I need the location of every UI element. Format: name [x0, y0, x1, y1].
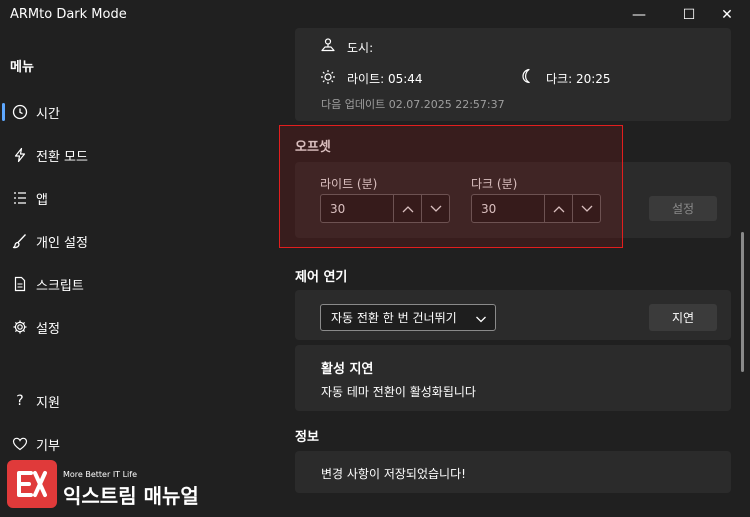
sidebar-item-label: 앱	[36, 192, 48, 208]
gear-icon	[9, 319, 31, 335]
next-update: 다음 업데이트 02.07.2025 22:57:37	[321, 98, 505, 111]
offset-highlight-box	[279, 125, 623, 248]
question-icon: ?	[16, 393, 24, 409]
sun-icon	[320, 69, 336, 89]
watermark-brand: 익스트림 매뉴얼	[63, 484, 199, 508]
delay-dropdown[interactable]: 자동 전환 한 번 건너뛰기	[320, 304, 496, 331]
sunset-time: 다크: 20:25	[546, 72, 611, 86]
sidebar-item-switch-mode[interactable]: 전환 모드	[0, 135, 270, 175]
delay-button[interactable]: 지연	[649, 304, 717, 331]
scrollbar-thumb[interactable]	[741, 232, 744, 372]
sidebar-item-label: 스크립트	[36, 278, 84, 294]
active-delay-card	[295, 345, 731, 411]
sidebar-item-label: 개인 설정	[36, 235, 88, 251]
watermark-logo	[7, 460, 57, 508]
sidebar-item-label: 설정	[36, 321, 60, 337]
sidebar-item-scripts[interactable]: 스크립트	[0, 264, 270, 304]
maximize-icon: ☐	[682, 7, 696, 23]
clock-icon	[9, 104, 31, 120]
sidebar-item-support[interactable]: ? 지원	[0, 381, 270, 421]
sidebar-item-label: 기부	[36, 438, 60, 454]
heart-icon	[9, 436, 31, 452]
minimize-button[interactable]: —	[616, 0, 662, 30]
close-button[interactable]: ✕	[704, 0, 750, 30]
document-icon	[9, 276, 31, 292]
brush-icon	[9, 233, 31, 249]
sidebar-item-label: 시간	[36, 106, 60, 122]
sidebar-item-settings[interactable]: 설정	[0, 307, 270, 347]
lightning-icon	[9, 147, 31, 163]
chevron-down-icon	[475, 313, 487, 327]
minimize-icon: —	[632, 7, 646, 23]
close-icon: ✕	[721, 7, 733, 23]
sidebar-item-label: 지원	[36, 395, 60, 411]
watermark-tagline: More Better IT Life	[63, 470, 138, 479]
info-message: 변경 사항이 저장되었습니다!	[321, 467, 466, 481]
list-icon	[9, 190, 31, 206]
location-icon	[320, 37, 336, 57]
moon-icon	[519, 68, 535, 88]
sidebar-item-time[interactable]: 시간	[0, 92, 270, 132]
delay-dropdown-value: 자동 전환 한 번 건너뛰기	[331, 311, 457, 325]
sidebar-item-label: 전환 모드	[36, 149, 88, 165]
city-label: 도시:	[347, 41, 374, 55]
sunrise-time: 라이트: 05:44	[347, 72, 423, 86]
menu-label: 메뉴	[10, 60, 34, 75]
active-delay-title: 활성 지연	[321, 362, 374, 377]
watermark-logo-icon	[17, 471, 47, 497]
sidebar-item-donate[interactable]: 기부	[0, 424, 270, 464]
active-delay-text: 자동 테마 전환이 활성화됩니다	[321, 385, 476, 399]
sidebar-item-apps[interactable]: 앱	[0, 178, 270, 218]
delay-section-title: 제어 연기	[295, 270, 348, 285]
info-section-title: 정보	[295, 430, 319, 445]
window-title: ARMto Dark Mode	[10, 7, 127, 22]
sidebar-item-personalization[interactable]: 개인 설정	[0, 221, 270, 261]
offset-set-button[interactable]: 설정	[649, 196, 717, 221]
